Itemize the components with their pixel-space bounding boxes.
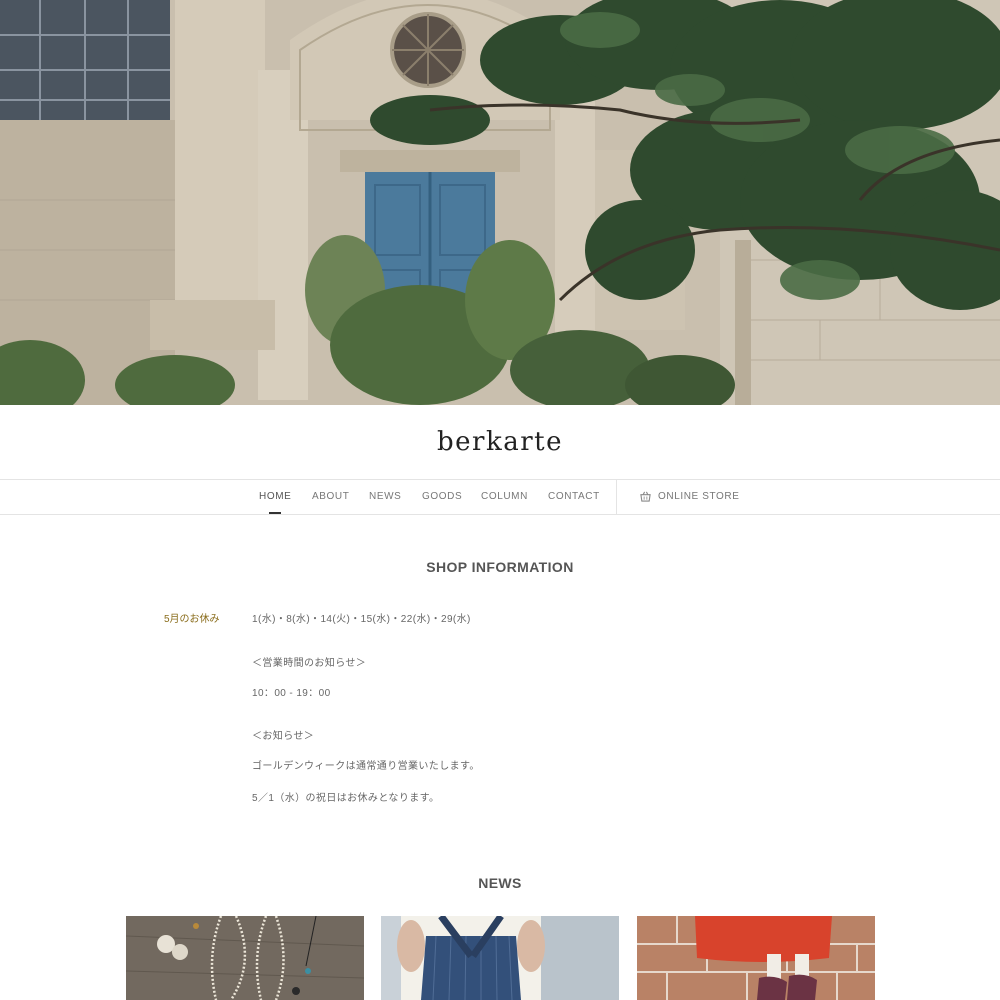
nav-item-column[interactable]: COLUMN: [481, 480, 528, 514]
holiday-dates: 1(水)・8(水)・14(火)・15(水)・22(水)・29(水): [252, 614, 471, 625]
hero-image: [0, 0, 1000, 405]
business-hours: 10：00 - 19：00: [252, 688, 331, 699]
news-card[interactable]: [126, 916, 364, 1000]
holiday-label: 5月のお休み: [164, 614, 220, 625]
necklaces-photo: [126, 916, 364, 1000]
nav-item-label: ONLINE STORE: [658, 491, 740, 502]
notice-line: ゴールデンウィークは通常通り営業いたします。: [252, 761, 480, 772]
nav-active-indicator: [269, 512, 282, 514]
nav-item-label: COLUMN: [481, 491, 528, 502]
nav-item-label: GOODS: [422, 491, 463, 502]
nav-item-goods[interactable]: GOODS: [422, 480, 462, 514]
news-card[interactable]: [381, 916, 619, 1000]
nav-item-home[interactable]: HOME: [259, 480, 291, 514]
nav-item-online-store[interactable]: ONLINE STORE: [658, 480, 739, 514]
nav-item-label: NEWS: [369, 491, 402, 502]
notice-heading: ＜お知らせ＞: [252, 731, 315, 742]
section-title: SHOP INFORMATION: [426, 559, 574, 575]
nav-item-label: HOME: [259, 491, 292, 502]
nav-item-about[interactable]: ABOUT: [312, 480, 349, 514]
news-card[interactable]: [637, 916, 875, 1000]
nav-item-contact[interactable]: CONTACT: [548, 480, 600, 514]
notice-line: 5／1（水）の祝日はお休みとなります。: [252, 793, 440, 804]
nav-divider: [616, 480, 617, 514]
church-door-photo: [0, 0, 1000, 405]
nav-item-label: CONTACT: [548, 491, 600, 502]
main-nav: HOME ABOUT NEWS GOODS COLUMN CONTACT ONL…: [0, 480, 1000, 515]
section-title: NEWS: [478, 875, 522, 891]
striped-apron-photo: [381, 916, 619, 1000]
site-logo[interactable]: berkarte: [437, 427, 563, 457]
red-skirt-sandals-photo: [637, 916, 875, 1000]
nav-item-news[interactable]: NEWS: [369, 480, 401, 514]
nav-item-label: ABOUT: [312, 491, 350, 502]
hours-heading: ＜営業時間のお知らせ＞: [252, 658, 367, 669]
site-header: berkarte: [0, 405, 1000, 480]
basket-icon: [640, 491, 651, 502]
